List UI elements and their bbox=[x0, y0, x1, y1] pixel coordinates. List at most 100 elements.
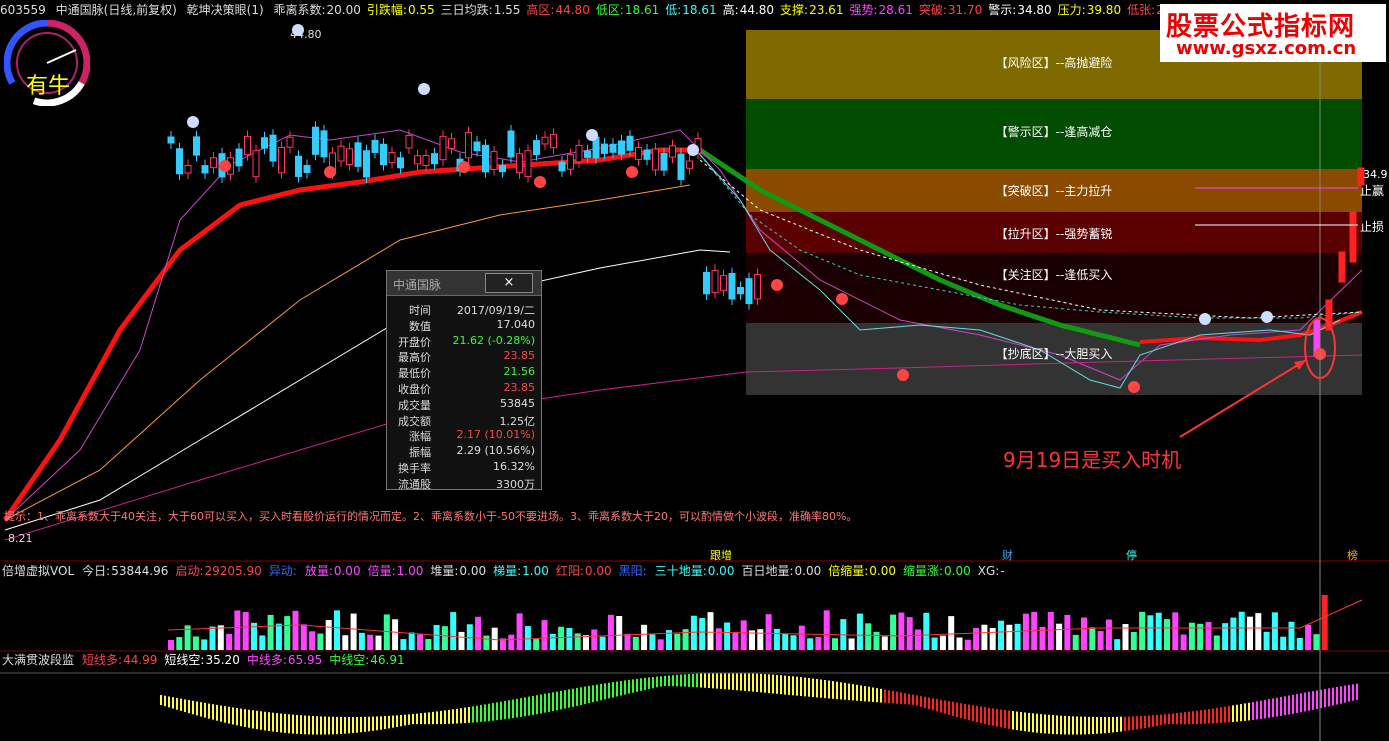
band-bar bbox=[1084, 716, 1086, 735]
candle-body bbox=[193, 136, 200, 156]
event-badge[interactable]: 停 bbox=[1123, 547, 1140, 563]
band-bar bbox=[776, 674, 778, 694]
vol_panel-label: 百日地量: bbox=[741, 564, 794, 578]
volume-bar bbox=[599, 636, 606, 650]
volume-bar bbox=[1022, 613, 1029, 650]
band-bar bbox=[616, 681, 618, 697]
band-bar bbox=[996, 708, 998, 727]
candle-body bbox=[482, 144, 489, 173]
popup-key: 振幅 bbox=[409, 446, 431, 460]
band-bar bbox=[444, 710, 446, 724]
band-bar bbox=[312, 715, 314, 735]
band-bar bbox=[1172, 713, 1174, 725]
band-bar bbox=[1064, 715, 1066, 735]
volume-bar bbox=[441, 626, 448, 650]
candle-body bbox=[380, 143, 387, 166]
band-bar bbox=[700, 673, 702, 688]
band-bar bbox=[216, 704, 218, 721]
volume-bar bbox=[450, 612, 457, 650]
event-badge[interactable]: 财 bbox=[999, 547, 1016, 563]
band-bar bbox=[1284, 696, 1286, 716]
band-bar bbox=[852, 684, 854, 701]
band-bar bbox=[168, 696, 170, 708]
candle-body bbox=[235, 148, 243, 167]
event-badge[interactable]: 榜 bbox=[1344, 547, 1361, 563]
band-bar bbox=[172, 697, 174, 709]
band-bar bbox=[448, 709, 450, 724]
band-bar bbox=[752, 673, 754, 692]
band-bar bbox=[244, 709, 246, 727]
vol_panel-value: 1.00 bbox=[396, 564, 424, 578]
popup-header[interactable]: 中通国脉 × bbox=[387, 271, 541, 296]
band-bar bbox=[868, 686, 870, 702]
volume-bar bbox=[616, 615, 623, 650]
volume-bar bbox=[765, 614, 772, 650]
vol_panel-item: 异动: bbox=[269, 564, 298, 578]
band-bar bbox=[1200, 710, 1202, 724]
popup-value: 17.040 bbox=[496, 317, 536, 331]
candle-body bbox=[711, 269, 719, 293]
vol_panel-label: 红阳: bbox=[555, 564, 584, 578]
band-bar bbox=[336, 716, 338, 735]
candle-body bbox=[269, 134, 277, 162]
vol_panel-value: 0.00 bbox=[944, 564, 971, 578]
volume-bar bbox=[334, 610, 340, 650]
close-button[interactable]: × bbox=[485, 273, 533, 293]
band-bar bbox=[864, 686, 866, 702]
band-bar bbox=[1136, 716, 1138, 730]
band-bar bbox=[1328, 688, 1330, 707]
band-bar bbox=[1004, 709, 1006, 729]
band-bar bbox=[768, 674, 770, 694]
volume-bar bbox=[674, 633, 681, 650]
band-bar bbox=[1292, 694, 1294, 714]
popup-row: 涨幅 2.17 (10.01%) bbox=[387, 428, 541, 444]
band-bar bbox=[1232, 705, 1234, 723]
buy-annotation: 9月19日是买入时机 bbox=[1003, 448, 1182, 472]
band-bar bbox=[936, 699, 938, 712]
vol_panel-value: 53844.96 bbox=[111, 564, 169, 578]
signal-ball bbox=[418, 83, 430, 95]
band-bar bbox=[372, 716, 374, 731]
band-bar bbox=[224, 706, 226, 723]
volume-bar bbox=[1081, 617, 1087, 650]
popup-value: 53845 bbox=[500, 396, 535, 410]
band-bar bbox=[1040, 714, 1042, 734]
topbar-label: 高: bbox=[722, 3, 739, 17]
band-bar bbox=[272, 712, 274, 732]
popup-key: 时间 bbox=[409, 304, 431, 317]
kline-chart[interactable] bbox=[0, 0, 1389, 741]
band-panel-header: 大满贯波段监 短线多:44.99 短线空:35.20 中线多:65.95 中线空:46.… bbox=[2, 652, 412, 668]
volume-bar bbox=[1014, 623, 1021, 650]
ma-short-line bbox=[2, 147, 700, 522]
band-bar bbox=[780, 675, 782, 695]
band-bar bbox=[628, 679, 630, 694]
band-bar bbox=[1276, 697, 1278, 717]
band-bar bbox=[960, 703, 962, 719]
event-badge[interactable]: 跟增 bbox=[707, 547, 735, 563]
formula-name[interactable]: 乾坤决策眼(1) bbox=[187, 3, 264, 17]
volume-bar bbox=[433, 625, 440, 650]
band-bar bbox=[604, 683, 606, 700]
band-bar bbox=[424, 712, 426, 725]
band-bar bbox=[200, 702, 202, 717]
band-bar bbox=[340, 716, 342, 734]
popup-key: 收盘价 bbox=[398, 382, 431, 396]
topbar-value: 34.80 bbox=[1017, 3, 1052, 17]
band-bar bbox=[1268, 699, 1270, 718]
volume-bar bbox=[732, 632, 739, 650]
band-bar bbox=[1344, 685, 1346, 703]
band-bar bbox=[1180, 712, 1182, 725]
band-bar bbox=[184, 699, 186, 713]
band-bar bbox=[1244, 703, 1246, 721]
candle-body bbox=[337, 145, 345, 162]
volume-bar bbox=[632, 636, 639, 650]
candle-body bbox=[558, 161, 566, 172]
volume-bar bbox=[591, 629, 598, 650]
volume-bar bbox=[516, 613, 523, 650]
topbar-item: 突破:31.70 bbox=[919, 3, 982, 17]
band-bar bbox=[204, 702, 206, 718]
data-popup[interactable]: 中通国脉 × 时间 2017/09/19/二 数值 17.040 开盘价 21.62 (-… bbox=[386, 270, 542, 491]
band-bar bbox=[1092, 716, 1094, 735]
band-bar bbox=[676, 674, 678, 687]
volume-bar bbox=[176, 637, 183, 650]
